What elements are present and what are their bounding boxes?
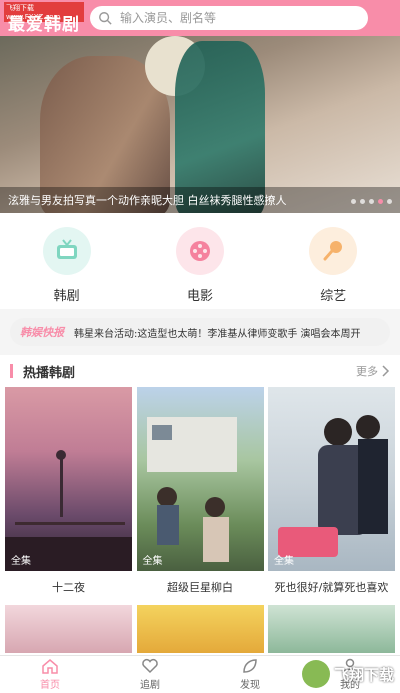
poster-art	[146, 417, 237, 562]
microphone-icon	[309, 227, 358, 275]
search-bar[interactable]	[90, 6, 368, 30]
watermark: 飞翔下载	[301, 660, 394, 688]
search-icon	[99, 12, 112, 25]
drama-poster[interactable]: 全集	[268, 387, 395, 571]
drama-title: 十二夜	[52, 581, 85, 594]
category-label: 综艺	[320, 289, 347, 304]
tab-home[interactable]: 首页	[0, 656, 100, 693]
drama-poster[interactable]	[136, 605, 264, 653]
category-label: 电影	[186, 289, 213, 304]
leaf-icon	[243, 659, 257, 673]
category-nav: 韩剧 电影 综艺	[0, 213, 400, 309]
category-korean-drama[interactable]: 韩剧	[22, 227, 112, 309]
carousel-dot[interactable]	[351, 199, 356, 204]
episode-tag: 全集	[11, 556, 31, 567]
category-variety[interactable]: 综艺	[288, 227, 378, 309]
watermark-text: 飞翔下载	[333, 665, 394, 684]
search-input[interactable]	[120, 11, 340, 25]
drama-poster[interactable]: 全集	[136, 387, 264, 571]
tab-follow[interactable]: 追剧	[100, 656, 200, 693]
drama-card[interactable]: 全集 超级巨星柳白	[136, 387, 264, 595]
drama-card[interactable]: 全集 死也很好/就算死也喜欢	[268, 387, 395, 595]
top-header: 飞翔下载 www.FXXZ.com 最爱韩剧	[0, 0, 400, 36]
section-accent-bar	[10, 364, 13, 378]
drama-title: 死也很好/就算死也喜欢	[274, 581, 389, 594]
carousel-indicator	[351, 199, 392, 204]
category-label: 韩剧	[53, 289, 80, 304]
drama-grid-row-2	[5, 605, 395, 653]
poster-art	[5, 450, 132, 571]
more-label: 更多	[356, 365, 378, 378]
home-icon	[42, 659, 58, 674]
tab-label: 首页	[40, 680, 60, 691]
news-text[interactable]: 韩星来台活动:这造型也太萌！李准基从律师变歌手 演唱会本周开	[74, 325, 361, 340]
carousel-dot[interactable]	[360, 199, 365, 204]
drama-poster[interactable]: 全集	[5, 387, 132, 571]
drama-card[interactable]: 全集 十二夜	[5, 387, 132, 595]
carousel-dot[interactable]	[369, 199, 374, 204]
heart-icon	[142, 658, 158, 674]
poster-art	[278, 415, 388, 557]
category-movie[interactable]: 电影	[155, 227, 245, 309]
drama-grid: 全集 十二夜 全集 超级巨星柳白 全集 死也很好/就算死也喜欢	[0, 387, 400, 595]
film-reel-icon	[175, 227, 224, 275]
section-title: 热播韩剧	[23, 365, 76, 381]
tv-icon	[42, 227, 91, 275]
tab-discover[interactable]: 发现	[200, 656, 300, 693]
episode-tag: 全集	[142, 556, 163, 567]
drama-poster[interactable]	[268, 605, 395, 653]
chevron-right-icon	[382, 365, 390, 377]
banner-caption: 泫雅与男友拍写真一个动作亲昵大胆 白丝袜秀腿性感撩人	[0, 187, 400, 213]
watermark-logo	[301, 660, 330, 688]
drama-poster[interactable]	[5, 605, 132, 653]
tab-label: 追剧	[140, 680, 160, 691]
news-tag: 韩娱快报	[20, 326, 64, 339]
section-header: 热播韩剧 更多	[0, 355, 400, 387]
episode-tag: 全集	[274, 556, 294, 567]
news-ticker[interactable]: 韩娱快报 韩星来台活动:这造型也太萌！李准基从律师变歌手 演唱会本周开	[10, 318, 390, 346]
more-link[interactable]: 更多	[356, 363, 390, 379]
app-logo: 飞翔下载 www.FXXZ.com 最爱韩剧	[4, 2, 84, 35]
carousel-dot[interactable]	[387, 199, 392, 204]
tab-label: 发现	[240, 680, 260, 691]
logo-text: 最爱韩剧	[8, 15, 80, 35]
banner-carousel[interactable]: 泫雅与男友拍写真一个动作亲昵大胆 白丝袜秀腿性感撩人	[0, 36, 400, 213]
drama-title: 超级巨星柳白	[167, 581, 233, 594]
carousel-dot-active[interactable]	[378, 199, 383, 204]
